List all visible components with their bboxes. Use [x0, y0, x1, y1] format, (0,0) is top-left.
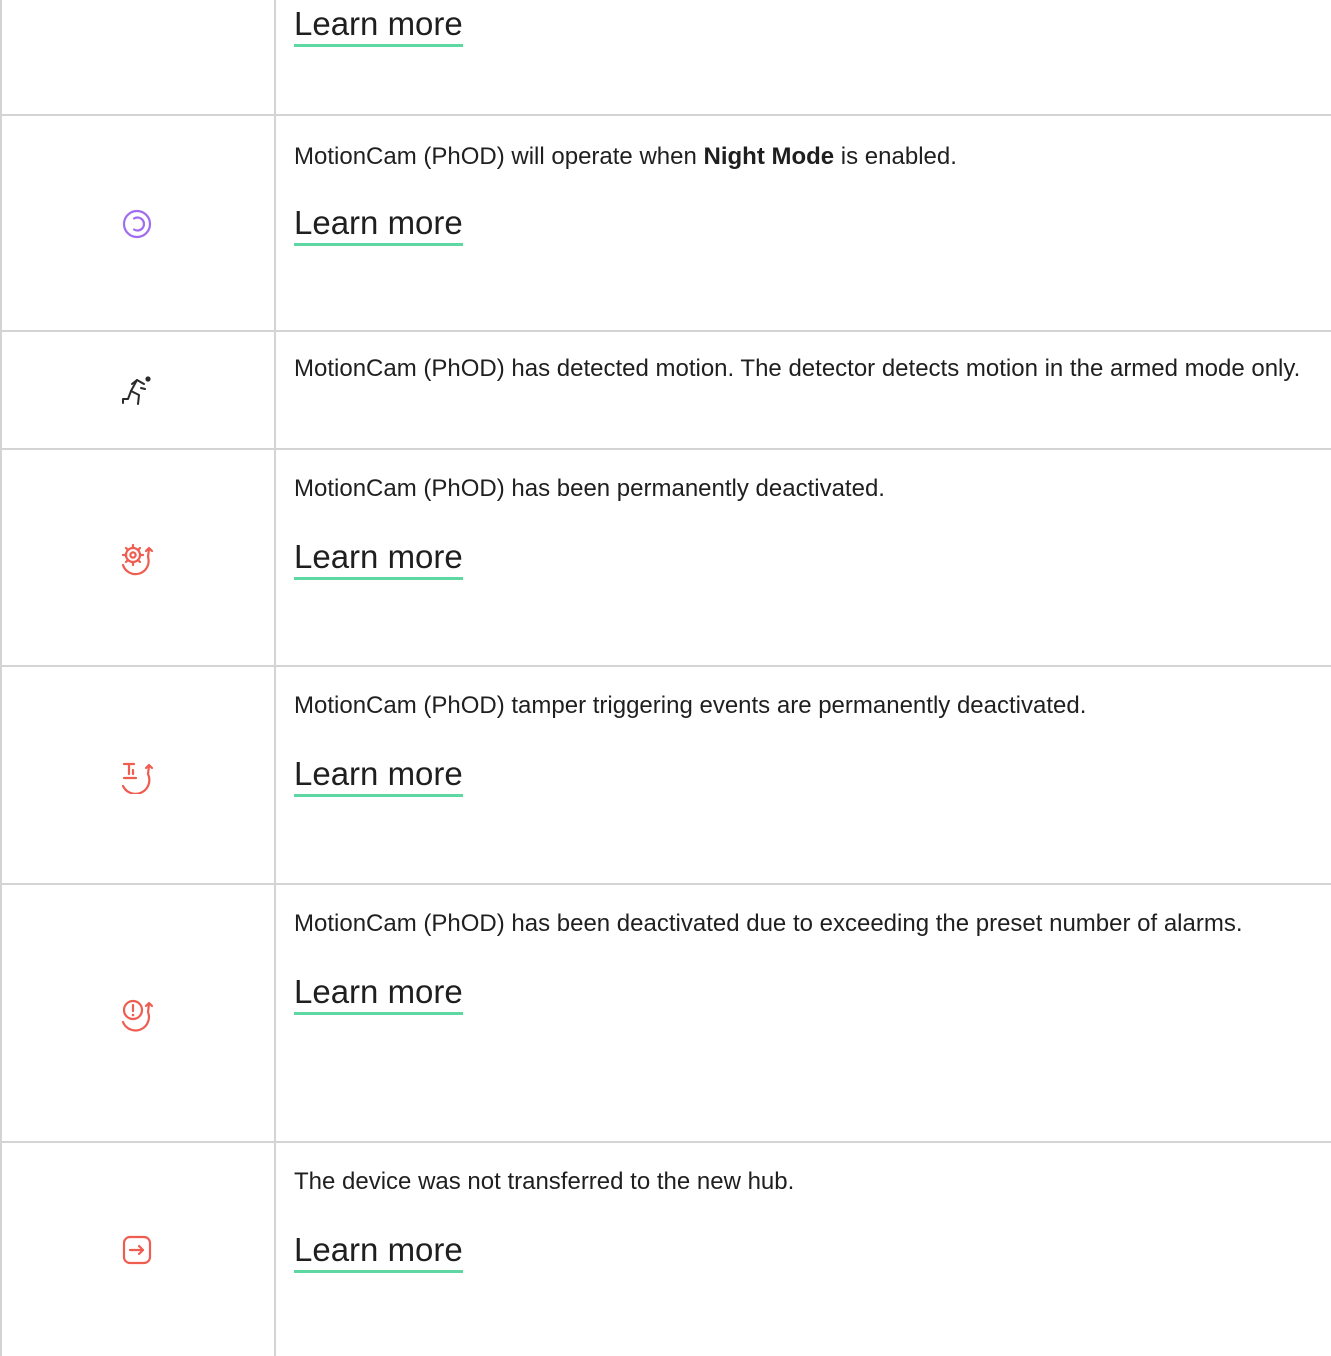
table-row: Learn more: [0, 0, 1331, 115]
tamper-deactivated-icon: [121, 762, 154, 794]
learn-more-link[interactable]: Learn more: [294, 5, 463, 47]
row-description: MotionCam (PhOD) tamper triggering event…: [294, 692, 1087, 719]
table-row: MotionCam (PhOD) will operate when Night…: [0, 114, 1331, 332]
row-description: MotionCam (PhOD) has been deactivated du…: [294, 910, 1243, 937]
row-description: MotionCam (PhOD) has detected motion. Th…: [294, 355, 1301, 382]
row-description: The device was not transferred to the ne…: [294, 1168, 795, 1195]
icon-cell: [0, 116, 274, 332]
table-row: MotionCam (PhOD) has detected motion. Th…: [0, 330, 1331, 450]
learn-more-link[interactable]: Learn more: [294, 973, 463, 1015]
night-mode-icon: [122, 209, 152, 239]
row-description: MotionCam (PhOD) has been permanently de…: [294, 475, 885, 502]
learn-more-link[interactable]: Learn more: [294, 538, 463, 580]
icon-cell: [0, 885, 274, 1143]
learn-more-link[interactable]: Learn more: [294, 204, 463, 246]
table-row: MotionCam (PhOD) tamper triggering event…: [0, 665, 1331, 885]
alarm-limit-deactivated-icon: [121, 999, 154, 1032]
night-mode-label: Night Mode: [703, 143, 835, 170]
icon-cell: [0, 332, 274, 450]
table-row: The device was not transferred to the ne…: [0, 1141, 1331, 1356]
learn-more-link[interactable]: Learn more: [294, 1231, 463, 1273]
icon-cell: [0, 450, 274, 667]
learn-more-link[interactable]: Learn more: [294, 755, 463, 797]
gear-deactivated-icon: [121, 543, 154, 575]
transfer-icon: [122, 1235, 152, 1264]
table-row: MotionCam (PhOD) has been permanently de…: [0, 448, 1331, 667]
row-description: MotionCam (PhOD) will operate when Night…: [294, 143, 957, 170]
icon-cell: [0, 667, 274, 885]
icon-cell: [0, 1143, 274, 1356]
table-row: MotionCam (PhOD) has been deactivated du…: [0, 883, 1331, 1143]
running-person-icon: [122, 376, 151, 405]
